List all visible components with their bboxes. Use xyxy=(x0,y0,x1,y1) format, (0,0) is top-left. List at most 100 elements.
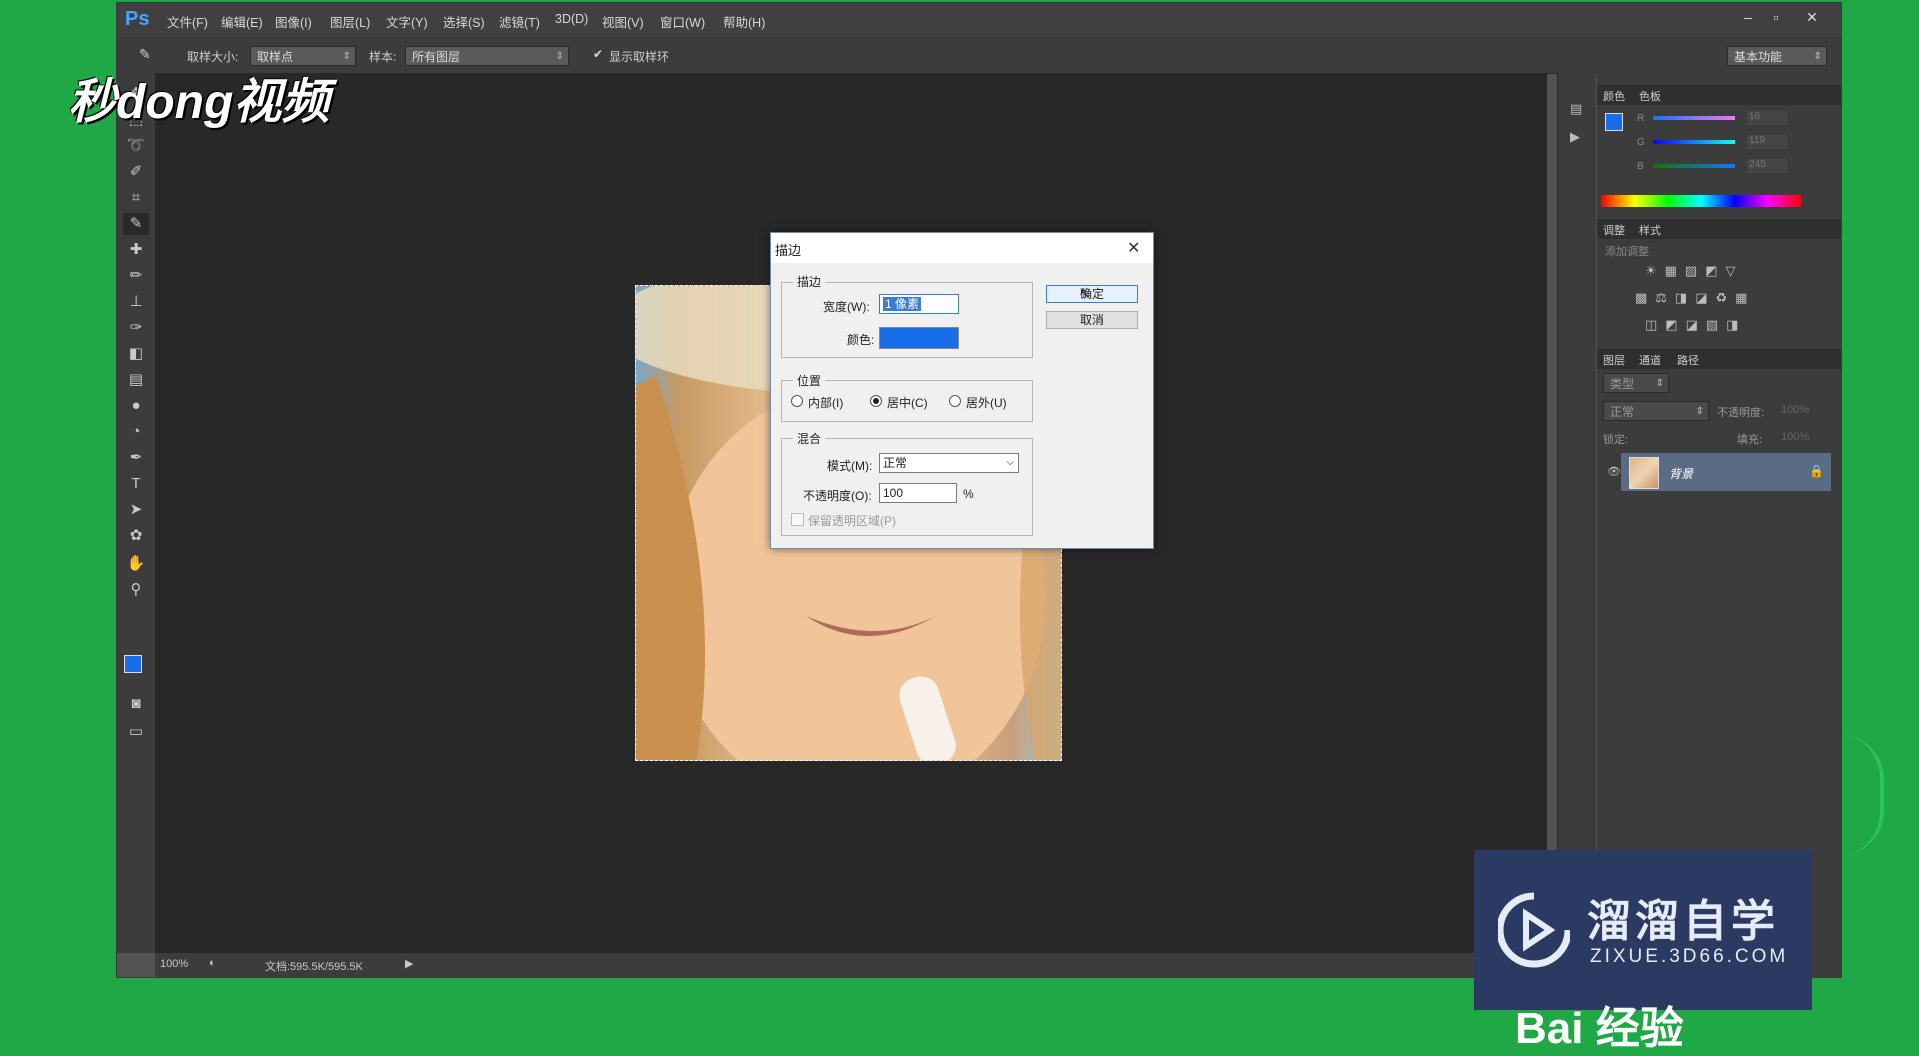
type-tool-icon[interactable]: T xyxy=(123,473,149,495)
healing-tool-icon[interactable]: ✚ xyxy=(123,239,149,261)
menu-view[interactable]: 视图(V) xyxy=(602,12,644,31)
sample-select[interactable]: 所有图层 xyxy=(405,46,569,67)
screen-mode-icon[interactable]: ▭ xyxy=(123,721,149,743)
zoom-tool-icon[interactable]: ⚲ xyxy=(123,579,149,601)
eraser-tool-icon[interactable]: ◧ xyxy=(123,343,149,365)
layer-name[interactable]: 背景 xyxy=(1669,465,1693,482)
mouse-cursor-icon: ↖ xyxy=(1079,285,1091,301)
color-panel-tabs: 颜色 色板 xyxy=(1597,85,1841,105)
watermark-top-logo: 秒dong视频 xyxy=(68,76,330,129)
layers-filter[interactable]: 类型 xyxy=(1603,373,1669,394)
gradient-tool-icon[interactable]: ▤ xyxy=(123,369,149,391)
preserve-transparency-label: 保留透明区域(P) xyxy=(808,514,896,528)
position-inside-label[interactable]: 内部(I) xyxy=(808,394,843,411)
pen-tool-icon[interactable]: ✒ xyxy=(123,447,149,469)
adjust-title: 添加调整 xyxy=(1605,246,1649,258)
preserve-transparency-checkbox[interactable] xyxy=(791,513,804,526)
dodge-tool-icon[interactable]: ◔ xyxy=(123,421,149,443)
show-ring-checkbox[interactable]: ✔ xyxy=(593,47,603,61)
tab-channels[interactable]: 通道 xyxy=(1639,352,1661,368)
stroke-color-swatch[interactable] xyxy=(879,327,959,349)
layer-opacity-value[interactable]: 100% xyxy=(1781,404,1809,416)
tab-color[interactable]: 颜色 xyxy=(1603,88,1625,104)
b-value[interactable]: 245 xyxy=(1747,159,1787,173)
dialog-title: 描边 xyxy=(775,243,802,258)
hand-tool-icon[interactable]: ✋ xyxy=(123,553,149,575)
path-select-icon[interactable]: ➤ xyxy=(123,499,149,521)
brush-tool-icon[interactable]: ✏ xyxy=(123,265,149,287)
b-slider[interactable] xyxy=(1653,164,1735,168)
g-slider[interactable] xyxy=(1653,140,1735,144)
status-arrow-icon[interactable]: ▶ xyxy=(405,957,413,970)
position-inside-radio[interactable] xyxy=(791,395,803,407)
visibility-eye-icon[interactable]: 👁 xyxy=(1607,465,1621,478)
show-ring-label: 显示取样环 xyxy=(609,50,670,64)
tab-styles[interactable]: 样式 xyxy=(1639,222,1661,238)
menu-type[interactable]: 文字(Y) xyxy=(386,12,428,31)
lasso-tool-icon[interactable]: ➰ xyxy=(123,135,149,157)
quick-select-tool-icon[interactable]: ✐ xyxy=(123,161,149,183)
position-outside-radio[interactable] xyxy=(949,395,961,407)
dialog-titlebar: 描边 ✕ xyxy=(771,233,1153,263)
ok-button[interactable]: 确定 xyxy=(1046,285,1138,303)
quick-mask-icon[interactable]: ◙ xyxy=(123,693,149,715)
stamp-tool-icon[interactable]: ⊥ xyxy=(123,291,149,313)
r-slider[interactable] xyxy=(1653,116,1735,120)
mode-select[interactable]: 正常 ⌵ xyxy=(879,453,1019,473)
dialog-close-icon[interactable]: ✕ xyxy=(1127,238,1140,258)
tab-layers[interactable]: 图层 xyxy=(1603,352,1625,368)
sample-label: 样本: xyxy=(369,50,397,64)
menu-image[interactable]: 图像(I) xyxy=(275,12,312,31)
menu-edit[interactable]: 编辑(E) xyxy=(221,12,263,31)
menu-filter[interactable]: 滤镜(T) xyxy=(499,12,540,31)
eyedropper-tool-icon[interactable]: ✎ xyxy=(123,213,149,235)
tab-swatches[interactable]: 色板 xyxy=(1639,88,1661,104)
watermark-brand-box: 溜溜自学 ZIXUE.3D66.COM xyxy=(1474,850,1812,1010)
g-value[interactable]: 119 xyxy=(1747,135,1787,149)
workspace-select[interactable]: 基本功能 xyxy=(1727,46,1827,67)
crop-tool-icon[interactable]: ⌗ xyxy=(123,187,149,209)
color-fg-swatch[interactable] xyxy=(1605,113,1623,131)
tab-adjustments[interactable]: 调整 xyxy=(1603,222,1625,238)
menu-window[interactable]: 窗口(W) xyxy=(660,12,705,31)
close-icon[interactable]: ✕ xyxy=(1799,7,1825,27)
history-brush-icon[interactable]: ✑ xyxy=(123,317,149,339)
position-center-radio[interactable] xyxy=(870,395,882,407)
history-panel-icon[interactable]: ▤ xyxy=(1570,101,1582,117)
adjust-icons-row1[interactable]: ☀▦▨◩▽ xyxy=(1645,263,1744,279)
color-label: 颜色: xyxy=(847,333,875,347)
width-input[interactable]: 1 像素 xyxy=(879,294,959,314)
opacity-input[interactable]: 100 xyxy=(879,483,957,503)
blur-tool-icon[interactable]: ● xyxy=(123,395,149,417)
foreground-color-swatch[interactable] xyxy=(124,655,142,673)
watermark-bottom: Bai 经验 xyxy=(1515,1004,1684,1053)
fill-value[interactable]: 100% xyxy=(1781,431,1809,443)
decorative-arc xyxy=(1840,735,1884,855)
eyedropper-icon: ✎ xyxy=(139,46,151,62)
layer-row-background[interactable]: 👁 背景 🔒 xyxy=(1607,453,1831,491)
shape-tool-icon[interactable]: ✿ xyxy=(123,525,149,547)
tab-paths[interactable]: 路径 xyxy=(1677,352,1699,368)
color-spectrum[interactable] xyxy=(1601,195,1801,207)
maximize-icon[interactable]: ▫ xyxy=(1763,7,1789,27)
minimize-icon[interactable]: – xyxy=(1735,7,1761,27)
status-bar: 100% ◐ 文档:595.5K/595.5K ▶ xyxy=(155,953,1547,977)
cancel-button[interactable]: 取消 xyxy=(1046,311,1138,329)
actions-panel-icon[interactable]: ▶ xyxy=(1570,129,1580,145)
mode-label: 模式(M): xyxy=(827,459,873,473)
position-center-label[interactable]: 居中(C) xyxy=(887,394,928,411)
menu-file[interactable]: 文件(F) xyxy=(167,12,208,31)
position-outside-label[interactable]: 居外(U) xyxy=(966,394,1007,411)
adjust-icons-row2[interactable]: ▩⚖◨◪♻▦ xyxy=(1635,290,1755,306)
menu-layer[interactable]: 图层(L) xyxy=(330,12,370,31)
chevron-down-icon: ⌵ xyxy=(1006,457,1014,468)
menu-help[interactable]: 帮助(H) xyxy=(723,12,765,31)
r-value[interactable]: 16 xyxy=(1747,111,1787,125)
adjust-icons-row3[interactable]: ◫◩◪▧◨ xyxy=(1645,317,1746,333)
zoom-level[interactable]: 100% xyxy=(160,958,188,970)
menu-select[interactable]: 选择(S) xyxy=(443,12,485,31)
layer-blend-mode[interactable]: 正常 xyxy=(1603,401,1709,422)
percent-label: % xyxy=(963,487,974,501)
menu-bar: Ps 文件(F) 编辑(E) 图像(I) 图层(L) 文字(Y) 选择(S) 滤… xyxy=(117,3,1841,37)
menu-3d[interactable]: 3D(D) xyxy=(555,12,588,26)
